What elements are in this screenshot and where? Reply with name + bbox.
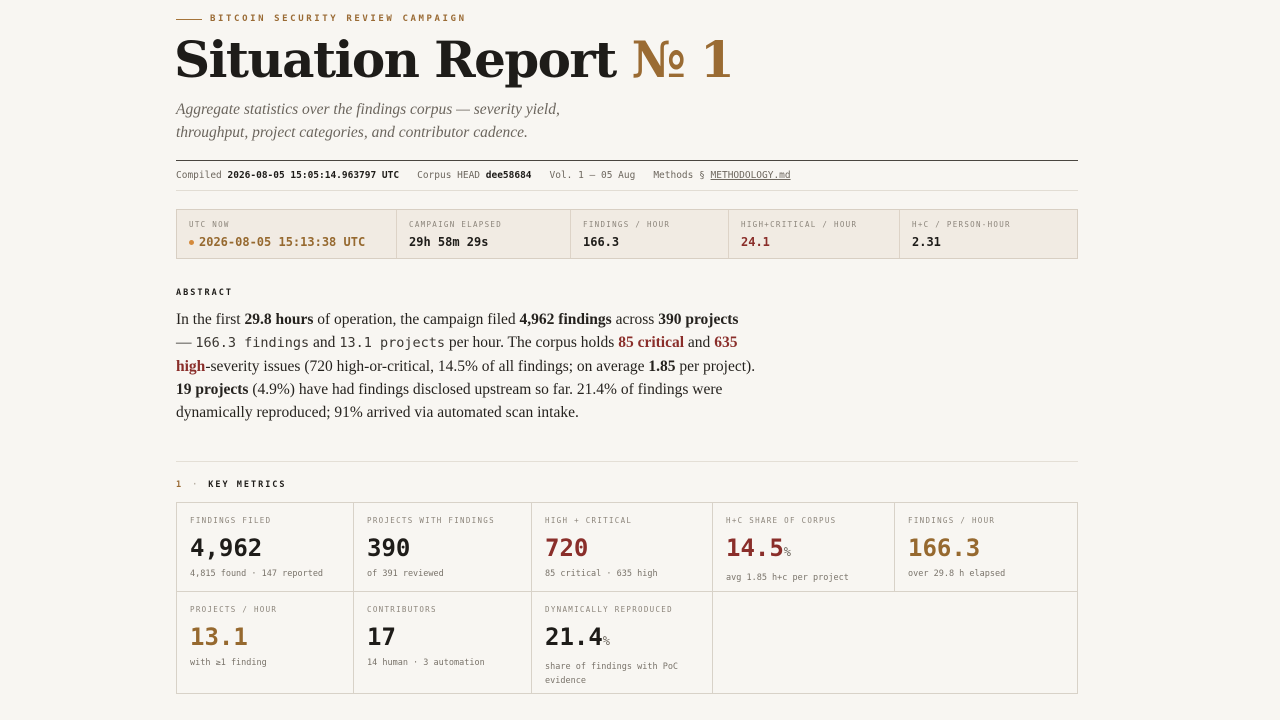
metric-label: DYNAMICALLY REPRODUCED (545, 605, 673, 614)
clock-label: H+C / PERSON-HOUR (912, 220, 1011, 229)
metric-value: 4,962 (190, 534, 263, 562)
clock-value: 2.31 (912, 235, 941, 249)
abstract-heading: ABSTRACT (176, 288, 233, 298)
section-heading-key-metrics: 1 · KEY METRICS (176, 480, 287, 490)
metric-sub: 85 critical · 635 high (545, 569, 658, 579)
live-clock-strip: UTC NOW 2026-08-05 15:13:38 UTC CAMPAIGN… (176, 209, 1078, 259)
metric-card-findings-filed: FINDINGS FILED 4,962 4,815 found · 147 r… (177, 503, 354, 592)
section-sep: · (192, 480, 200, 490)
metric-sub: avg 1.85 h+c per project (726, 573, 849, 583)
metric-label: FINDINGS FILED (190, 516, 272, 525)
metric-sub: share of findings with PoC evidence (545, 662, 679, 686)
metric-card-dynamically-reproduced: DYNAMICALLY REPRODUCED 21.4% share of fi… (532, 592, 713, 693)
live-dot-icon (189, 240, 194, 245)
clock-elapsed: CAMPAIGN ELAPSED 29h 58m 29s (397, 210, 571, 258)
metric-sub: of 391 reviewed (367, 569, 444, 579)
clock-label: UTC NOW (189, 220, 230, 229)
page-title: Situation Report № 1 (174, 30, 735, 90)
page-subtitle: Aggregate statistics over the findings c… (176, 101, 560, 141)
title-number: № 1 (631, 30, 734, 89)
eyebrow-text: BITCOIN SECURITY REVIEW CAMPAIGN (210, 14, 467, 24)
metric-card-high-critical: HIGH + CRITICAL 720 85 critical · 635 hi… (532, 503, 713, 592)
clock-hc-hour: HIGH+CRITICAL / HOUR 24.1 (729, 210, 900, 258)
metric-sub: over 29.8 h elapsed (908, 569, 1006, 579)
metric-sub: 4,815 found · 147 reported (190, 569, 324, 579)
utc-now-value: 2026-08-05 15:13:38 UTC (199, 235, 366, 249)
clock-value: 29h 58m 29s (409, 235, 489, 249)
clock-utc-now: UTC NOW 2026-08-05 15:13:38 UTC (177, 210, 397, 258)
metric-value: 390 (367, 534, 411, 562)
compiled-value: 2026-08-05 15:05:14.963797 UTC (227, 170, 400, 181)
clock-label: CAMPAIGN ELAPSED (409, 220, 503, 229)
metric-card-hc-share: H+C SHARE OF CORPUS 14.5% avg 1.85 h+c p… (713, 503, 895, 592)
metric-card-projects-hour: PROJECTS / HOUR 13.1 with ≥1 finding (177, 592, 354, 693)
meta-methods: Methods § METHODOLOGY.md (653, 170, 790, 181)
metric-value: 166.3 (908, 534, 981, 562)
clock-label: HIGH+CRITICAL / HOUR (741, 220, 858, 229)
methodology-link[interactable]: METHODOLOGY.md (711, 170, 791, 181)
meta-line: Compiled 2026-08-05 15:05:14.963797 UTC … (176, 160, 1078, 191)
meta-head: Corpus HEAD dee58684 (417, 170, 531, 181)
metric-value: 17 (367, 623, 396, 651)
eyebrow: BITCOIN SECURITY REVIEW CAMPAIGN (176, 14, 467, 24)
metric-label: CONTRIBUTORS (367, 605, 437, 614)
metric-value: 720 (545, 534, 589, 562)
meta-compiled: Compiled 2026-08-05 15:05:14.963797 UTC (176, 170, 399, 181)
metric-card-projects: PROJECTS WITH FINDINGS 390 of 391 review… (354, 503, 532, 592)
eyebrow-rule (176, 18, 202, 20)
clock-value: 2026-08-05 15:13:38 UTC (189, 235, 384, 249)
head-value: dee58684 (485, 170, 532, 181)
clock-label: FINDINGS / HOUR (583, 220, 671, 229)
metric-card-contributors: CONTRIBUTORS 17 14 human · 3 automation (354, 592, 532, 693)
clock-value: 166.3 (583, 235, 620, 249)
clock-value: 24.1 (741, 235, 770, 249)
metric-label: PROJECTS WITH FINDINGS (367, 516, 495, 525)
metric-value: 21.4% (545, 623, 611, 651)
meta-volume: Vol. 1 — 05 Aug (549, 170, 636, 181)
metric-sub: with ≥1 finding (190, 658, 267, 668)
key-metrics-grid: FINDINGS FILED 4,962 4,815 found · 147 r… (176, 502, 1078, 694)
compiled-label: Compiled (176, 170, 222, 181)
title-text: Situation Report (174, 30, 617, 89)
metric-label: HIGH + CRITICAL (545, 516, 633, 525)
metric-sub: 14 human · 3 automation (367, 658, 485, 668)
head-label: Corpus HEAD (417, 170, 481, 181)
methods-label: Methods § (653, 170, 705, 181)
section-number: 1 (176, 480, 184, 490)
abstract-text: In the first 29.8 hours of operation, th… (176, 311, 756, 421)
section-divider (176, 461, 1078, 462)
clock-hc-person-hour: H+C / PERSON-HOUR 2.31 (900, 210, 1077, 258)
metric-card-findings-hour: FINDINGS / HOUR 166.3 over 29.8 h elapse… (895, 503, 1077, 592)
metric-label: PROJECTS / HOUR (190, 605, 278, 614)
clock-findings-hour: FINDINGS / HOUR 166.3 (571, 210, 729, 258)
section-title: KEY METRICS (208, 480, 287, 490)
metric-value: 13.1 (190, 623, 248, 651)
metric-label: FINDINGS / HOUR (908, 516, 996, 525)
metric-label: H+C SHARE OF CORPUS (726, 516, 837, 525)
metric-value: 14.5% (726, 534, 792, 562)
